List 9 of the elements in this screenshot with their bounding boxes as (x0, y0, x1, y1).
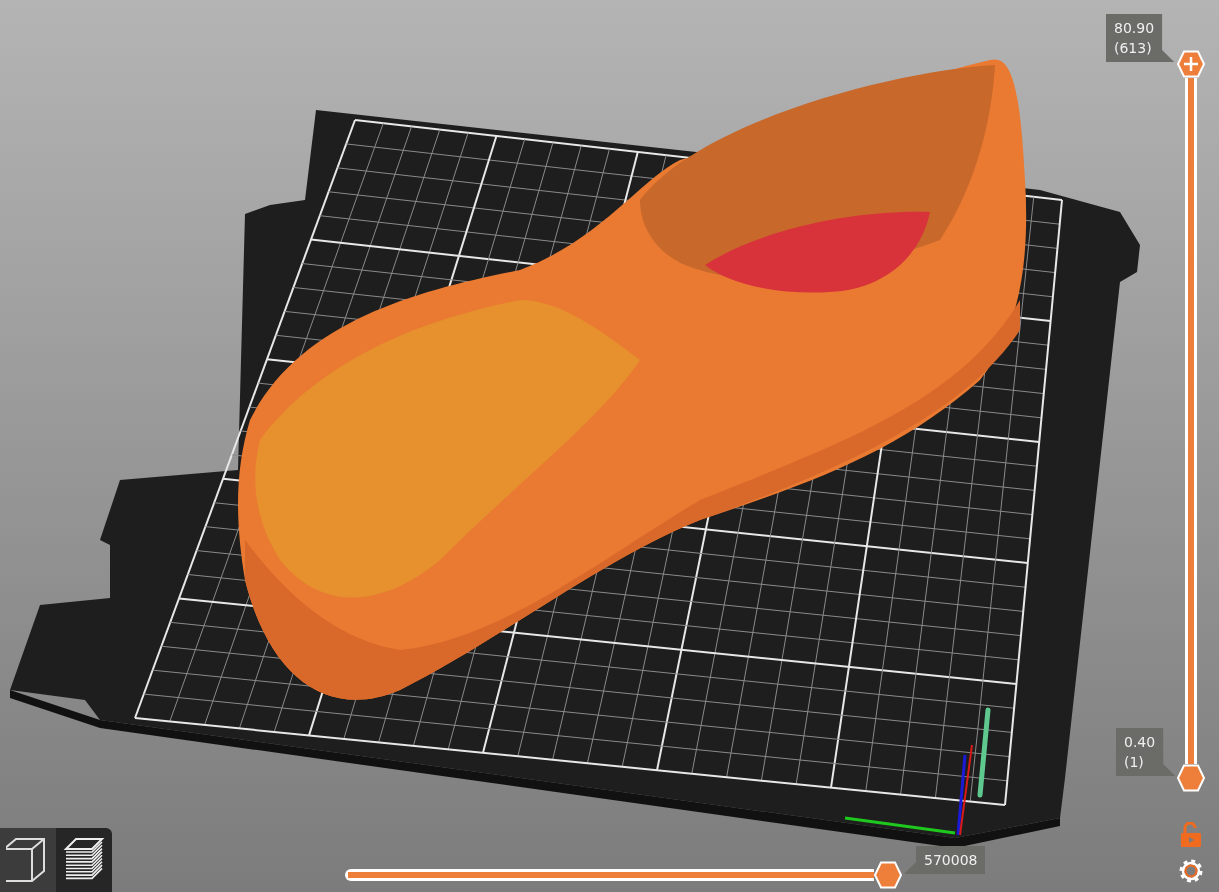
upper-layer-tooltip: 80.90 (613) (1106, 14, 1175, 62)
upper-layer-thumb[interactable] (1177, 50, 1205, 78)
settings-icon[interactable] (1178, 858, 1204, 884)
move-slider-thumb[interactable] (874, 861, 902, 889)
preview-button[interactable] (56, 828, 112, 892)
lower-layer-tooltip: 0.40 (1) (1116, 728, 1176, 776)
move-tooltip: 570008 (904, 846, 986, 874)
3d-view-button[interactable] (0, 828, 56, 892)
lower-layer-thumb[interactable] (1177, 764, 1205, 792)
